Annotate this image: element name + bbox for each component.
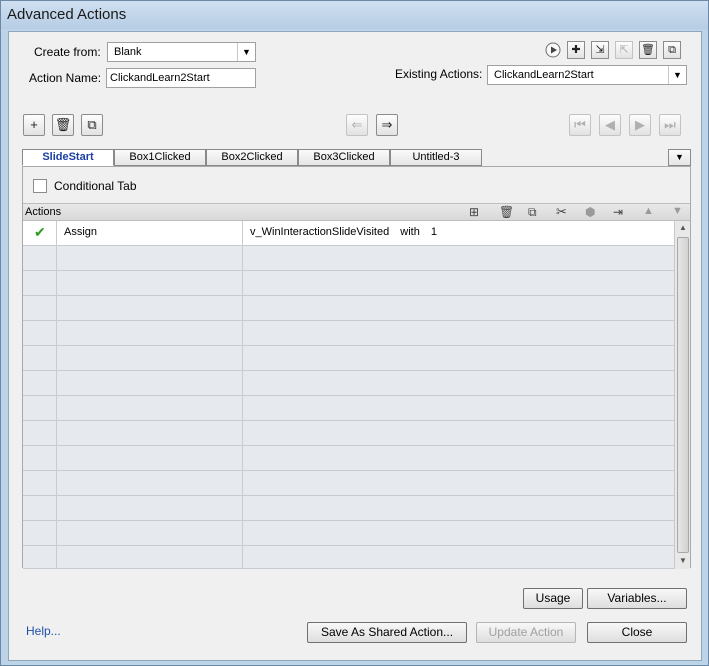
- check-icon: ✔: [23, 221, 57, 245]
- conditional-tab-checkbox[interactable]: [33, 179, 47, 193]
- variable-name: v_WinInteractionSlideVisited: [250, 226, 390, 238]
- chevron-down-icon: ▼: [237, 43, 255, 61]
- add-decision-button[interactable]: +: [23, 114, 45, 136]
- update-action-button[interactable]: Update Action: [476, 622, 576, 643]
- create-from-label: Create from:: [34, 45, 101, 59]
- trash-icon[interactable]: 🗑: [499, 205, 514, 219]
- existing-actions-value: ClickandLearn2Start: [494, 69, 594, 81]
- create-from-value: Blank: [114, 46, 142, 58]
- action-cell[interactable]: Assign: [57, 221, 243, 245]
- table-row[interactable]: [23, 396, 674, 421]
- first-decision-button[interactable]: ⏮: [569, 114, 591, 136]
- table-row[interactable]: [23, 296, 674, 321]
- delete-decision-button[interactable]: 🗑: [52, 114, 74, 136]
- advanced-actions-window: Advanced Actions Create from: Blank ▼ Ac…: [0, 0, 709, 666]
- table-row[interactable]: [23, 496, 674, 521]
- add-action-icon[interactable]: ✚: [567, 41, 585, 59]
- title-bar[interactable]: Advanced Actions: [1, 1, 708, 29]
- export-action-icon[interactable]: ⇱: [615, 41, 633, 59]
- copy-decision-button[interactable]: ⧉: [81, 114, 103, 136]
- table-row[interactable]: [23, 321, 674, 346]
- action-name-input[interactable]: [106, 68, 256, 88]
- existing-actions-label: Existing Actions:: [395, 67, 483, 81]
- window-title: Advanced Actions: [7, 6, 127, 23]
- previous-decision-button[interactable]: ◀: [599, 114, 621, 136]
- existing-actions-dropdown[interactable]: ClickandLearn2Start ▼: [487, 65, 687, 85]
- last-decision-button[interactable]: ⏭: [659, 114, 681, 136]
- table-row[interactable]: [23, 271, 674, 296]
- decision-panel: Conditional Tab Actions ⊞ 🗑 ⧉ ✂ ⬢ ⇥ ▲ ▼ …: [22, 166, 691, 569]
- help-link[interactable]: Help...: [26, 624, 61, 638]
- table-row[interactable]: ✔ Assign v_WinInteractionSlideVisited wi…: [23, 221, 674, 246]
- table-row[interactable]: [23, 346, 674, 371]
- next-decision-button[interactable]: ▶: [629, 114, 651, 136]
- move-decision-right-button[interactable]: ⇒: [376, 114, 398, 136]
- variables-button[interactable]: Variables...: [587, 588, 687, 609]
- usage-button[interactable]: Usage: [523, 588, 583, 609]
- table-row[interactable]: [23, 471, 674, 496]
- value-text: 1: [430, 226, 438, 238]
- operator-text: with: [400, 226, 420, 238]
- table-row[interactable]: [23, 521, 674, 546]
- add-action-row-icon[interactable]: ⊞: [469, 205, 479, 219]
- table-row[interactable]: [23, 371, 674, 396]
- table-row[interactable]: [23, 421, 674, 446]
- actions-header: Actions ⊞ 🗑 ⧉ ✂ ⬢ ⇥ ▲ ▼: [23, 203, 690, 221]
- tab-list-dropdown[interactable]: ▼: [668, 149, 691, 166]
- tab-box1clicked[interactable]: Box1Clicked: [114, 149, 206, 166]
- move-decision-left-button[interactable]: ⇐: [346, 114, 368, 136]
- duplicate-icon[interactable]: ⧉: [663, 41, 681, 59]
- action-name-label: Action Name:: [29, 71, 102, 85]
- save-as-shared-action-button[interactable]: Save As Shared Action...: [307, 622, 467, 643]
- actions-header-label: Actions: [25, 206, 62, 218]
- dialog-body: Create from: Blank ▼ Action Name: ✚ ⇲ ⇱ …: [8, 31, 702, 661]
- close-button[interactable]: Close: [587, 622, 687, 643]
- cut-icon[interactable]: ✂: [556, 204, 567, 220]
- trash-icon[interactable]: 🗑: [639, 41, 657, 59]
- chevron-down-icon: ▼: [668, 66, 686, 84]
- table-row[interactable]: [23, 546, 674, 569]
- tab-untitled-3[interactable]: Untitled-3: [390, 149, 482, 166]
- target-cell[interactable]: v_WinInteractionSlideVisited with 1: [243, 221, 674, 245]
- decision-tab-strip: SlideStart Box1Clicked Box2Clicked Box3C…: [22, 149, 692, 166]
- arrow-up-icon[interactable]: ▲: [679, 223, 687, 232]
- vertical-scrollbar[interactable]: ▲ ▼: [674, 221, 690, 569]
- play-icon[interactable]: [545, 42, 561, 58]
- arrow-down-icon[interactable]: ▼: [679, 556, 687, 565]
- arrow-up-icon[interactable]: ▲: [643, 205, 654, 217]
- paste-icon[interactable]: ⬢: [585, 205, 595, 219]
- actions-grid: ✔ Assign v_WinInteractionSlideVisited wi…: [23, 221, 690, 569]
- arrow-down-icon[interactable]: ▼: [672, 205, 683, 217]
- table-row[interactable]: [23, 246, 674, 271]
- conditional-tab-label: Conditional Tab: [54, 179, 137, 193]
- copy-icon[interactable]: ⧉: [528, 205, 537, 220]
- table-row[interactable]: [23, 446, 674, 471]
- import-action-icon[interactable]: ⇲: [591, 41, 609, 59]
- tab-box2clicked[interactable]: Box2Clicked: [206, 149, 298, 166]
- create-from-dropdown[interactable]: Blank ▼: [107, 42, 256, 62]
- scrollbar-thumb[interactable]: [677, 237, 689, 553]
- tab-slidestart[interactable]: SlideStart: [22, 149, 114, 166]
- tab-box3clicked[interactable]: Box3Clicked: [298, 149, 390, 166]
- insert-row-icon[interactable]: ⇥: [613, 205, 623, 219]
